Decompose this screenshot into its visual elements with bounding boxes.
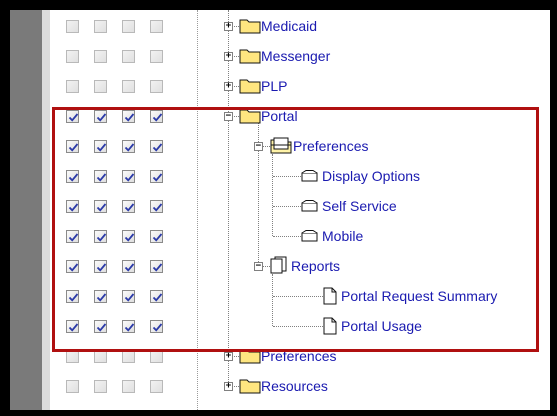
permission-checkbox[interactable] (66, 50, 79, 63)
folder-icon (239, 19, 261, 34)
left-gutter-edge (42, 10, 50, 410)
tree-item-medicaid[interactable]: Medicaid (261, 18, 317, 34)
permission-checkbox[interactable] (150, 80, 163, 93)
expand-icon[interactable]: + (224, 22, 233, 31)
permission-checkbox[interactable] (150, 380, 163, 393)
folder-icon (239, 79, 261, 94)
permission-checkbox[interactable] (94, 80, 107, 93)
permission-checkbox[interactable] (66, 80, 79, 93)
folder-icon (239, 49, 261, 64)
expand-icon[interactable]: + (224, 382, 233, 391)
permissions-tree-panel: + Medicaid + Messenger + PLP − Portal − Preferenc… (10, 10, 550, 410)
expand-icon[interactable]: + (224, 82, 233, 91)
permission-checkbox[interactable] (94, 380, 107, 393)
permission-checkbox[interactable] (122, 20, 135, 33)
tree-item-plp[interactable]: PLP (261, 78, 287, 94)
permission-checkbox[interactable] (122, 50, 135, 63)
permission-checkbox[interactable] (94, 50, 107, 63)
permission-checkbox[interactable] (122, 80, 135, 93)
permission-checkbox[interactable] (66, 20, 79, 33)
tree-item-resources[interactable]: Resources (261, 378, 328, 394)
highlight-box (52, 107, 539, 352)
permission-checkbox[interactable] (94, 20, 107, 33)
expand-icon[interactable]: + (224, 352, 233, 361)
expand-icon[interactable]: + (224, 52, 233, 61)
permission-checkbox[interactable] (150, 20, 163, 33)
permission-checkbox[interactable] (66, 380, 79, 393)
tree-item-messenger[interactable]: Messenger (261, 48, 330, 64)
permission-checkbox[interactable] (122, 380, 135, 393)
folder-icon (239, 379, 261, 394)
left-gutter (10, 10, 42, 410)
permission-checkbox[interactable] (150, 50, 163, 63)
